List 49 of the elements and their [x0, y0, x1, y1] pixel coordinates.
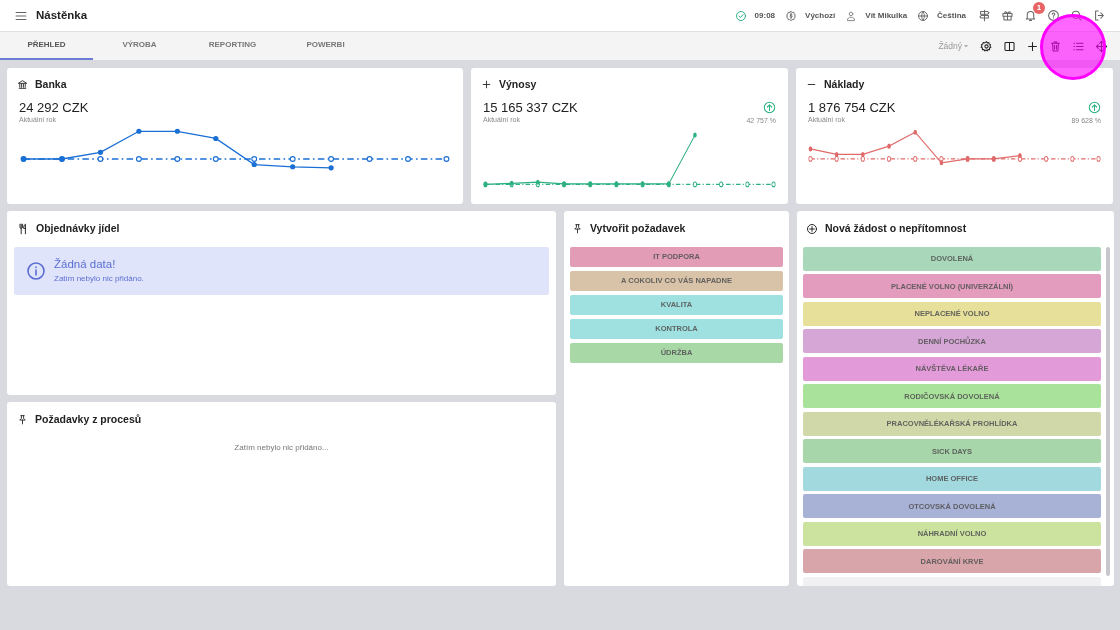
scrollbar[interactable]	[1106, 246, 1110, 576]
columns-icon[interactable]	[1003, 39, 1016, 53]
card-title: Banka	[35, 77, 67, 92]
bank-icon	[17, 79, 28, 91]
card-title: Výnosy	[499, 77, 537, 92]
alert-text: Zatím nebylo nic přidáno.	[54, 273, 144, 286]
tab[interactable]: REPORTING	[186, 32, 279, 60]
arrow-up-icon	[763, 100, 776, 114]
pin-icon	[572, 223, 583, 235]
clock-time: 09:08	[754, 9, 776, 22]
notification-badge: 1	[1033, 2, 1045, 14]
page-title: Nástěnka	[36, 7, 88, 23]
card-title: Náklady	[824, 77, 865, 92]
bell-icon[interactable]	[1024, 9, 1037, 22]
tab[interactable]: VÝROBA	[93, 32, 186, 60]
tab[interactable]: POWERBI	[279, 32, 372, 60]
gift-icon[interactable]	[1001, 9, 1014, 22]
settings-icon[interactable]	[980, 39, 993, 53]
filter-dropdown[interactable]: Žádný	[938, 39, 970, 53]
cutlery-icon	[17, 222, 29, 235]
card-title: Požadavky z procesů	[35, 412, 142, 427]
alert-title: Žádná data!	[54, 257, 117, 273]
tab[interactable]: PŘEHLED	[0, 32, 93, 60]
add-circle-icon	[806, 222, 818, 235]
check-icon	[734, 9, 747, 22]
arrow-up-icon	[1088, 100, 1101, 114]
card-title: Objednávky jídel	[36, 221, 120, 236]
plus-icon[interactable]	[1026, 39, 1039, 53]
currency-link[interactable]: Výchozí	[805, 9, 836, 22]
stat-value: 1 876 754 CZK	[808, 100, 896, 115]
globe-icon[interactable]	[915, 9, 930, 22]
stat-value: 24 292 CZK	[19, 100, 89, 115]
logout-icon[interactable]	[1093, 9, 1106, 22]
dollar-icon[interactable]	[783, 9, 798, 22]
card-title: Vytvořit požadavek	[590, 221, 686, 236]
signpost-icon[interactable]	[978, 9, 991, 22]
language-link[interactable]: Čeština	[937, 9, 966, 22]
pin-icon	[17, 414, 28, 426]
move-icon[interactable]	[1095, 39, 1108, 53]
trash-icon[interactable]	[1049, 39, 1062, 53]
plus-icon	[481, 79, 492, 91]
search-icon[interactable]	[1070, 9, 1083, 22]
stat-value: 15 165 337 CZK	[483, 100, 578, 115]
user-name[interactable]: Vít Mikulka	[865, 9, 908, 22]
empty-text: Zatím nebylo nic přidáno...	[234, 441, 329, 454]
caret-icon	[962, 42, 970, 50]
card-title: Nová žádost o nepřítomnost	[825, 221, 967, 236]
info-icon	[26, 260, 46, 281]
help-icon[interactable]	[1047, 9, 1060, 22]
